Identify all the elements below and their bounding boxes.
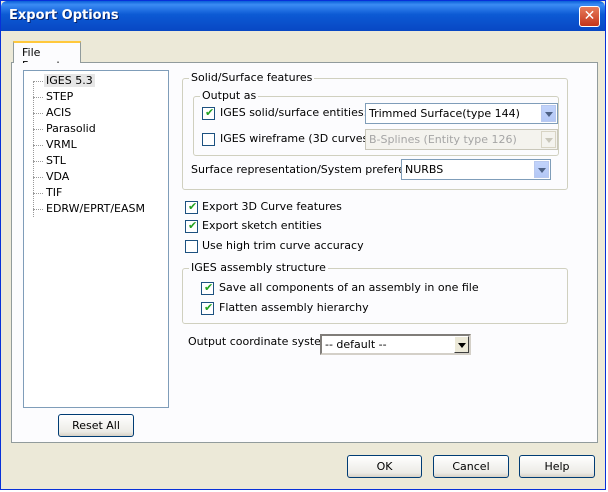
- format-label: Parasolid: [46, 122, 96, 135]
- chevron-down-icon: [541, 105, 556, 122]
- iges-solid-label: IGES solid/surface entities:: [220, 106, 368, 119]
- format-item-vda[interactable]: VDA: [24, 169, 164, 185]
- chevron-down-icon: [454, 336, 469, 353]
- coord-system-select[interactable]: -- default --: [320, 334, 471, 355]
- format-label: VRML: [46, 138, 77, 151]
- format-label: STEP: [46, 90, 74, 103]
- flatten-hierarchy-label: Flatten assembly hierarchy: [219, 301, 369, 314]
- save-one-file-label: Save all components of an assembly in on…: [219, 281, 479, 294]
- format-item-step[interactable]: STEP: [24, 89, 164, 105]
- check-mark-icon: ✔: [205, 106, 215, 119]
- export-sketch-checkbox[interactable]: ✔: [185, 220, 198, 233]
- close-button[interactable]: ✕: [579, 6, 600, 27]
- iges-wireframe-type-value: B-Splines (Entity type 126): [369, 133, 517, 146]
- format-item-iges[interactable]: IGES 5.3: [24, 73, 164, 89]
- export-3d-curves-checkbox[interactable]: ✔: [185, 201, 198, 214]
- iges-wireframe-label: IGES wireframe (3D curves):: [220, 132, 377, 145]
- check-mark-icon: ✔: [204, 301, 214, 314]
- iges-wireframe-checkbox[interactable]: [202, 133, 215, 146]
- format-label: IGES 5.3: [44, 74, 95, 87]
- surface-rep-label: Surface representation/System preference…: [191, 163, 429, 176]
- format-item-vrml[interactable]: VRML: [24, 137, 164, 153]
- tab-file-format[interactable]: File Format: [13, 41, 81, 72]
- export-sketch-label: Export sketch entities: [202, 219, 322, 232]
- format-item-edrw[interactable]: EDRW/EPRT/EASM: [24, 201, 164, 217]
- solid-surface-group-label: Solid/Surface features: [189, 71, 315, 84]
- output-as-label: Output as: [200, 89, 259, 102]
- reset-all-label: Reset All: [72, 419, 120, 432]
- iges-wireframe-type-select: B-Splines (Entity type 126): [365, 129, 558, 150]
- high-trim-accuracy-checkbox[interactable]: [185, 240, 198, 253]
- check-mark-icon: ✔: [188, 219, 198, 232]
- close-icon: ✕: [583, 8, 596, 24]
- chevron-down-icon: [534, 161, 549, 178]
- solid-surface-group: Solid/Surface features Output as ✔ IGES …: [182, 71, 568, 190]
- help-button[interactable]: Help: [519, 455, 595, 478]
- ok-label: OK: [376, 460, 393, 473]
- iges-assembly-group: IGES assembly structure ✔ Save all compo…: [182, 261, 568, 324]
- iges-solid-checkbox[interactable]: ✔: [202, 107, 215, 120]
- iges-solid-type-value: Trimmed Surface(type 144): [369, 107, 520, 120]
- coord-system-label: Output coordinate system:: [188, 335, 336, 348]
- export-3d-curves-label: Export 3D Curve features: [202, 200, 342, 213]
- ok-button[interactable]: OK: [347, 455, 422, 478]
- format-item-stl[interactable]: STL: [24, 153, 164, 169]
- format-list[interactable]: IGES 5.3 STEP ACIS Parasolid VRML STL VD…: [23, 70, 169, 408]
- format-label: TIF: [46, 186, 63, 199]
- chevron-down-icon: [541, 131, 556, 148]
- surface-rep-select[interactable]: NURBS: [401, 159, 551, 180]
- format-item-acis[interactable]: ACIS: [24, 105, 164, 121]
- help-label: Help: [544, 460, 570, 473]
- high-trim-accuracy-label: Use high trim curve accuracy: [202, 239, 364, 252]
- save-one-file-checkbox[interactable]: ✔: [201, 282, 214, 295]
- iges-assembly-group-label: IGES assembly structure: [189, 261, 328, 274]
- flatten-hierarchy-checkbox[interactable]: ✔: [201, 302, 214, 315]
- title-bar[interactable]: Export Options ✕: [1, 1, 605, 31]
- tab-page-file-format: IGES 5.3 STEP ACIS Parasolid VRML STL VD…: [11, 63, 598, 443]
- format-label: ACIS: [46, 106, 72, 119]
- check-mark-icon: ✔: [188, 200, 198, 213]
- format-label: STL: [46, 154, 66, 167]
- cancel-button[interactable]: Cancel: [433, 455, 509, 478]
- export-options-dialog: Export Options ✕ File Format IGES 5.3 ST…: [0, 0, 606, 490]
- format-item-parasolid[interactable]: Parasolid: [24, 121, 164, 137]
- window-title: Export Options: [9, 8, 119, 23]
- format-item-tif[interactable]: TIF: [24, 185, 164, 201]
- format-label: EDRW/EPRT/EASM: [46, 202, 145, 215]
- surface-rep-value: NURBS: [405, 163, 444, 176]
- cancel-label: Cancel: [452, 460, 490, 473]
- reset-all-button[interactable]: Reset All: [58, 414, 134, 437]
- check-mark-icon: ✔: [204, 281, 214, 294]
- iges-solid-type-select[interactable]: Trimmed Surface(type 144): [365, 103, 558, 124]
- output-as-group: Output as ✔ IGES solid/surface entities:…: [193, 89, 559, 156]
- format-label: VDA: [46, 170, 70, 183]
- coord-system-value: -- default --: [325, 338, 387, 351]
